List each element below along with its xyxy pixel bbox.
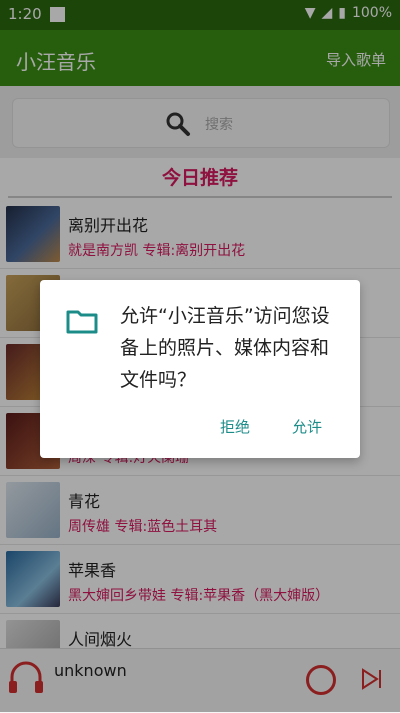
permission-dialog: 允许“小汪音乐”访问您设备上的照片、媒体内容和文件吗？ 拒绝 允许 [40, 280, 360, 458]
dialog-message: 允许“小汪音乐”访问您设备上的照片、媒体内容和文件吗？ [120, 305, 330, 391]
folder-icon [66, 310, 98, 334]
deny-button[interactable]: 拒绝 [220, 416, 250, 437]
allow-button[interactable]: 允许 [292, 416, 322, 437]
